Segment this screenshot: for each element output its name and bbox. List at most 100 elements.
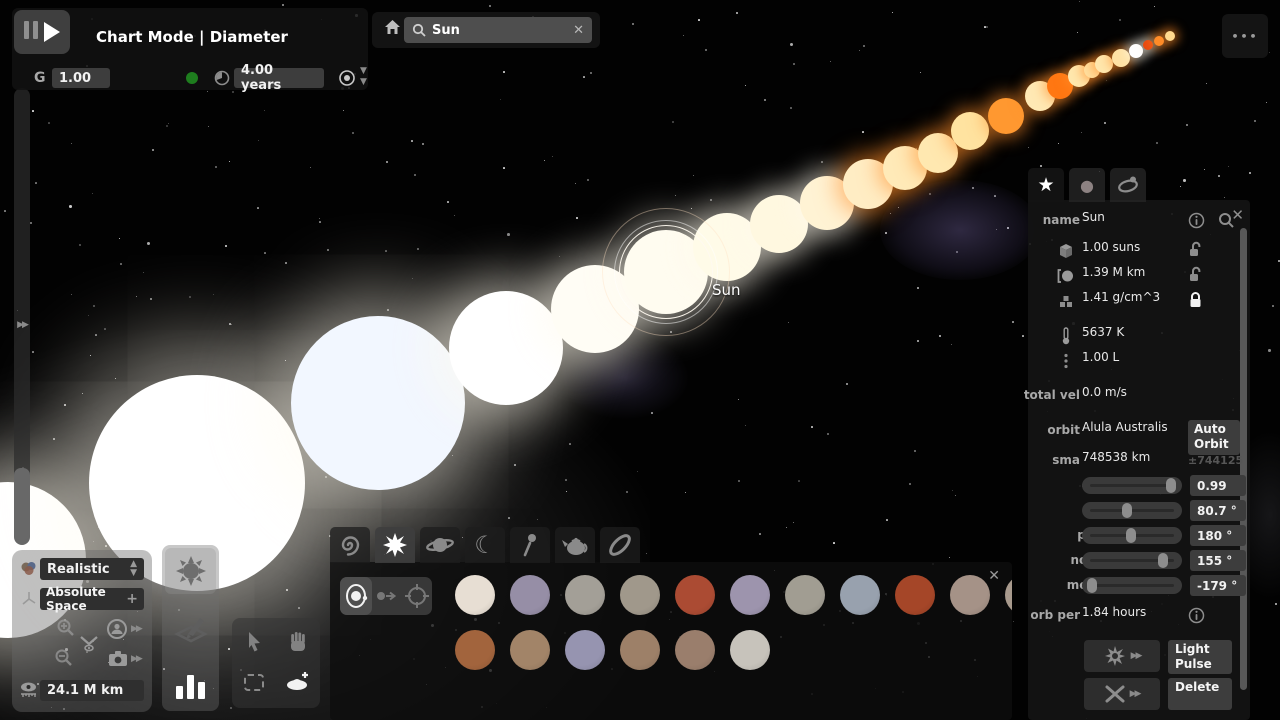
tab-star[interactable]: ★ [1028, 168, 1064, 202]
color-swatch[interactable] [840, 575, 880, 615]
sun-icon [174, 554, 208, 588]
color-swatch[interactable] [675, 575, 715, 615]
orbital-period-field[interactable]: 1.84 hours [1082, 605, 1178, 626]
inc-slider[interactable] [1082, 502, 1182, 519]
star-body[interactable] [1095, 55, 1113, 73]
tab-moon[interactable]: ☾ [465, 527, 505, 563]
palette-close-button[interactable]: ✕ [988, 568, 1000, 584]
color-swatch[interactable] [455, 630, 495, 670]
color-swatch[interactable] [565, 630, 605, 670]
delete-icon-button[interactable]: ▶▶ [1084, 678, 1160, 710]
node-slider[interactable] [1082, 552, 1182, 569]
tab-galaxy[interactable] [330, 527, 370, 563]
search-input[interactable]: Sun ✕ [404, 17, 592, 43]
star-body[interactable] [1129, 44, 1143, 58]
tab-planet[interactable]: ● [1069, 168, 1105, 202]
pan-tool-button[interactable] [278, 622, 318, 662]
chart-view-button[interactable] [162, 661, 219, 705]
mean-slider[interactable] [1082, 577, 1182, 594]
color-swatch[interactable] [510, 630, 550, 670]
zoom-out-button[interactable] [54, 648, 74, 668]
sma-field[interactable]: 748538 km [1082, 450, 1178, 471]
color-swatch[interactable] [950, 575, 990, 615]
drawer-expand-icon[interactable]: ▶▶ [14, 320, 30, 330]
delete-button[interactable]: Delete [1168, 678, 1232, 710]
left-drawer-thumb[interactable] [14, 468, 30, 540]
screenshot-button[interactable] [108, 650, 128, 667]
mean-value-field[interactable]: -179 ° [1190, 575, 1246, 596]
star-body[interactable] [1112, 49, 1130, 67]
color-swatch[interactable] [730, 575, 770, 615]
light-pulse-icon-button[interactable]: ▶▶ [1084, 640, 1160, 672]
color-swatch[interactable] [785, 575, 825, 615]
tab-ring[interactable] [600, 527, 640, 563]
time-step-input[interactable]: 4.00 years [234, 68, 324, 88]
diameter-field[interactable]: 1.39 M km [1082, 265, 1178, 286]
color-swatch[interactable] [730, 630, 770, 670]
tab-star[interactable] [375, 527, 415, 563]
color-swatch[interactable] [565, 575, 605, 615]
inc-value-field[interactable]: 80.7 ° [1190, 500, 1246, 521]
star-body[interactable] [1154, 36, 1164, 46]
cursor-tool-button[interactable] [234, 622, 274, 662]
color-swatch[interactable] [675, 630, 715, 670]
node-value-field[interactable]: 155 ° [1190, 550, 1246, 571]
add-object-icon [285, 670, 311, 694]
mass-field[interactable]: 1.00 suns [1082, 240, 1178, 261]
sun-view-button[interactable] [165, 548, 216, 594]
star-body[interactable] [291, 316, 465, 490]
zoom-in-button[interactable] [56, 618, 76, 638]
star-body[interactable] [1143, 40, 1153, 50]
pause-button[interactable] [24, 21, 38, 43]
color-swatch[interactable] [895, 575, 935, 615]
peri-slider[interactable] [1082, 527, 1182, 544]
tab-orbit[interactable] [1110, 168, 1146, 202]
density-lock-closed-icon[interactable] [1188, 291, 1203, 308]
follow-object-button[interactable] [106, 618, 128, 640]
color-swatch[interactable] [455, 575, 495, 615]
info-icon[interactable] [1188, 212, 1205, 229]
tab-objects[interactable] [555, 527, 595, 563]
color-swatch[interactable] [620, 575, 660, 615]
total-velocity-field[interactable]: 0.0 m/s [1082, 385, 1178, 406]
orbit-parent-field[interactable]: Alula Australis [1082, 420, 1178, 441]
target-toggle-icon[interactable] [338, 69, 356, 87]
clear-search-button[interactable]: ✕ [573, 23, 584, 38]
star-body[interactable] [449, 291, 563, 405]
star-body[interactable] [988, 98, 1024, 134]
peri-value-field[interactable]: 180 ° [1190, 525, 1246, 546]
luminosity-field[interactable]: 1.00 L [1082, 350, 1178, 371]
star-body[interactable] [1165, 31, 1175, 41]
reference-frame-button[interactable]: Absolute Space + [40, 588, 144, 610]
light-pulse-button[interactable]: Light Pulse [1168, 640, 1232, 674]
view-angle-icon[interactable] [78, 634, 100, 654]
paint-view-button[interactable] [162, 607, 219, 651]
density-field[interactable]: 1.41 g/cm^3 [1082, 290, 1178, 311]
ecc-value-field[interactable]: 0.99 [1190, 475, 1246, 496]
orbital-period-info-icon[interactable] [1188, 607, 1205, 624]
star-body[interactable] [951, 112, 989, 150]
tab-planet-ringed[interactable] [420, 527, 460, 563]
color-swatch[interactable] [1005, 575, 1012, 615]
tab-comet[interactable] [510, 527, 550, 563]
color-swatch[interactable] [620, 630, 660, 670]
palette-mode-orbit-button[interactable] [340, 577, 372, 615]
home-button[interactable] [384, 19, 401, 35]
ecc-slider[interactable] [1082, 477, 1182, 494]
diameter-lock-open-icon[interactable] [1188, 266, 1203, 283]
add-object-tool-button[interactable] [278, 662, 318, 702]
menu-button[interactable]: ••• [1222, 14, 1268, 58]
gravity-input[interactable]: 1.00 [52, 68, 110, 88]
play-button[interactable] [44, 22, 60, 42]
select-box-tool-button[interactable] [234, 662, 274, 702]
name-field[interactable]: Sun [1082, 210, 1178, 231]
color-swatch[interactable] [510, 575, 550, 615]
color-mode-select[interactable]: Realistic ▲▼ [40, 558, 144, 580]
temperature-field[interactable]: 5637 K [1082, 325, 1178, 346]
palette-mode-target-button[interactable] [402, 577, 432, 615]
mass-lock-open-icon[interactable] [1188, 241, 1203, 258]
find-object-search-icon[interactable] [1218, 212, 1235, 229]
palette-mode-velocity-button[interactable] [372, 577, 402, 615]
time-step-spinner[interactable]: ▼▼ [360, 66, 367, 88]
scale-field[interactable]: 24.1 M km [40, 680, 144, 701]
